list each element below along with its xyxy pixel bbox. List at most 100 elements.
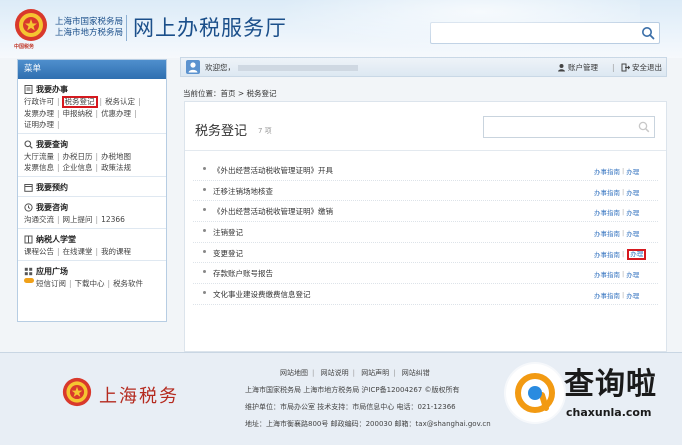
footer-brand: 上海税务 bbox=[99, 386, 179, 407]
sidebar-link-my-courses[interactable]: 我的课程 bbox=[101, 246, 131, 257]
footer-link-correction[interactable]: 网站纠错 bbox=[402, 369, 430, 377]
list-item: 《外出经营活动税收管理证明》开具 办事指南 | 办理 bbox=[193, 160, 658, 181]
section-title: 我要咨询 bbox=[24, 201, 160, 213]
sidebar-link-tax-software[interactable]: 税务软件 bbox=[113, 278, 143, 289]
task-name[interactable]: 变更登记 bbox=[213, 248, 243, 259]
bullet bbox=[203, 249, 206, 253]
tax-emblem-icon bbox=[62, 377, 92, 407]
header-search-input[interactable] bbox=[430, 22, 660, 44]
sidebar-link-hall-traffic[interactable]: 大厅流量 bbox=[24, 151, 54, 162]
guide-link[interactable]: 办事指南 bbox=[594, 187, 620, 197]
sidebar-link-declare-tax[interactable]: 申报纳税 bbox=[63, 108, 93, 119]
handle-link[interactable]: 办理 bbox=[626, 207, 639, 217]
task-name[interactable]: 《外出经营活动税收管理证明》开具 bbox=[213, 165, 333, 176]
sidebar-link-course-notice[interactable]: 课程公告 bbox=[24, 246, 54, 257]
task-list: 《外出经营活动税收管理证明》开具 办事指南 | 办理 迁移注销场地核查 办事指南 | 办… bbox=[193, 160, 658, 305]
sidebar-link-communication[interactable]: 沟通交流 bbox=[24, 214, 54, 225]
list-item: 变更登记 办事指南 | 办理 bbox=[193, 243, 658, 264]
header-divider bbox=[126, 15, 127, 41]
bullet bbox=[203, 291, 206, 295]
tax-emblem-icon bbox=[15, 9, 47, 41]
section-title[interactable]: 我要预约 bbox=[24, 181, 160, 193]
task-name[interactable]: 《外出经营活动税收管理证明》缴销 bbox=[213, 206, 333, 217]
footer-address: 地址：上海市衡襄路800号 邮政编码：200030 邮箱：tax@shangha… bbox=[245, 420, 491, 428]
handle-link[interactable]: 办理 bbox=[626, 290, 639, 300]
watermark-text: 查询啦 bbox=[564, 367, 657, 402]
footer-link-about[interactable]: 网站说明 bbox=[321, 369, 349, 377]
guide-link[interactable]: 办事指南 bbox=[594, 207, 620, 217]
sidebar-section-apps: 应用广场 短信订阅 | 下载中心 | 税务软件 bbox=[18, 261, 166, 292]
bullet bbox=[203, 208, 206, 212]
sidebar-section-appointment[interactable]: 我要预约 bbox=[18, 177, 166, 197]
calendar-icon bbox=[24, 183, 33, 192]
sidebar-link-company-info[interactable]: 企业信息 bbox=[63, 162, 93, 173]
sidebar-link-download[interactable]: 下载中心 bbox=[75, 278, 105, 289]
section-title: 应用广场 bbox=[24, 265, 160, 277]
site-title: 网上办税服务厅 bbox=[133, 16, 287, 40]
sidebar-link-online-question[interactable]: 网上提问 bbox=[63, 214, 93, 225]
bullet bbox=[203, 167, 206, 170]
book-icon bbox=[24, 235, 33, 243]
guide-link[interactable]: 办事指南 bbox=[594, 228, 620, 238]
sidebar-link-certificate[interactable]: 证明办理 bbox=[24, 119, 54, 130]
sidebar-link-policy[interactable]: 政策法规 bbox=[101, 162, 131, 173]
sidebar-section-business: 我要办事 行政许可 | 税务登记 | 税务认定 | 发票办理 | 申报纳税 | 优惠办理 |… bbox=[18, 79, 166, 134]
list-item: 《外出经营活动税收管理证明》缴销 办事指南 | 办理 bbox=[193, 201, 658, 223]
bullet bbox=[203, 187, 206, 191]
sidebar-menu: 菜单 我要办事 行政许可 | 税务登记 | 税务认定 | 发票办理 | 申报纳税 | 优惠… bbox=[17, 59, 167, 322]
sidebar-link-online-class[interactable]: 在线课堂 bbox=[63, 246, 93, 257]
document-icon bbox=[24, 84, 33, 94]
sidebar-section-school: 纳税人学堂 课程公告 | 在线课堂 | 我的课程 bbox=[18, 229, 166, 261]
handle-link[interactable]: 办理 bbox=[626, 187, 639, 197]
search-icon bbox=[24, 139, 33, 149]
breadcrumb: 当前位置：首页 > 税务登记 bbox=[183, 89, 277, 98]
task-name[interactable]: 迁移注销场地核查 bbox=[213, 186, 273, 197]
sidebar-link-sms-subscribe[interactable]: 短信订阅 bbox=[36, 278, 66, 289]
watermark-logo bbox=[506, 364, 564, 422]
section-title: 纳税人学堂 bbox=[24, 233, 160, 245]
sidebar-link-invoice[interactable]: 发票办理 bbox=[24, 108, 54, 119]
emblem-caption: 中国税务 bbox=[14, 44, 35, 50]
account-management-link[interactable]: 账户管理 bbox=[557, 62, 598, 73]
avatar bbox=[186, 60, 200, 74]
watermark: 查询啦 chaxunla.com bbox=[496, 358, 678, 438]
task-name[interactable]: 文化事业建设费缴费信息登记 bbox=[213, 289, 311, 300]
section-title: 我要查询 bbox=[24, 138, 160, 150]
handle-link-highlighted[interactable]: 办理 bbox=[627, 248, 647, 260]
sidebar-link-preferential[interactable]: 优惠办理 bbox=[101, 108, 131, 119]
handle-link[interactable]: 办理 bbox=[626, 269, 639, 279]
panel-search-input[interactable] bbox=[483, 116, 655, 138]
welcome-text: 欢迎您， bbox=[205, 62, 358, 73]
footer-link-sitemap[interactable]: 网站地图 bbox=[280, 369, 308, 377]
guide-link[interactable]: 办事指南 bbox=[594, 269, 620, 279]
sidebar-link-tax-certification[interactable]: 税务认定 bbox=[105, 96, 135, 108]
footer-link-statement[interactable]: 网站声明 bbox=[361, 369, 389, 377]
footer-copyright: 上海市国家税务局 上海市地方税务局 沪ICP备12004267 ©版权所有 bbox=[245, 386, 460, 394]
list-item: 文化事业建设费缴费信息登记 办事指南 | 办理 bbox=[193, 284, 658, 305]
guide-link[interactable]: 办事指南 bbox=[594, 249, 620, 259]
guide-link[interactable]: 办事指南 bbox=[594, 166, 620, 176]
search-icon[interactable] bbox=[641, 26, 655, 40]
bullet bbox=[203, 270, 206, 274]
handle-link[interactable]: 办理 bbox=[626, 166, 639, 176]
search-icon[interactable] bbox=[638, 121, 650, 133]
user-bar: 欢迎您， 账户管理 | 安全退出 bbox=[180, 57, 667, 77]
list-item: 注销登记 办事指南 | 办理 bbox=[193, 222, 658, 243]
handle-link[interactable]: 办理 bbox=[626, 228, 639, 238]
sidebar-link-tax-calendar[interactable]: 办税日历 bbox=[63, 151, 93, 162]
sidebar-link-admin-license[interactable]: 行政许可 bbox=[24, 96, 54, 108]
logout-link[interactable]: 安全退出 bbox=[621, 62, 662, 73]
list-item: 存款账户账号报告 办事指南 | 办理 bbox=[193, 263, 658, 285]
sidebar-link-hotline[interactable]: 12366 bbox=[101, 214, 125, 225]
office-name-local: 上海市地方税务局 bbox=[55, 28, 124, 38]
task-name[interactable]: 注销登记 bbox=[213, 227, 243, 238]
footer-links: 网站地图 | 网站说明 | 网站声明 | 网站纠错 bbox=[280, 369, 430, 377]
logout-icon bbox=[621, 63, 630, 72]
watermark-url: chaxunla.com bbox=[566, 406, 652, 419]
sidebar-link-tax-map[interactable]: 办税地图 bbox=[101, 151, 131, 162]
task-name[interactable]: 存款账户账号报告 bbox=[213, 268, 273, 279]
office-name-national: 上海市国家税务局 bbox=[55, 17, 124, 27]
guide-link[interactable]: 办事指南 bbox=[594, 290, 620, 300]
sidebar-link-tax-registration[interactable]: 税务登记 bbox=[61, 96, 98, 108]
sidebar-link-invoice-info[interactable]: 发票信息 bbox=[24, 162, 54, 173]
